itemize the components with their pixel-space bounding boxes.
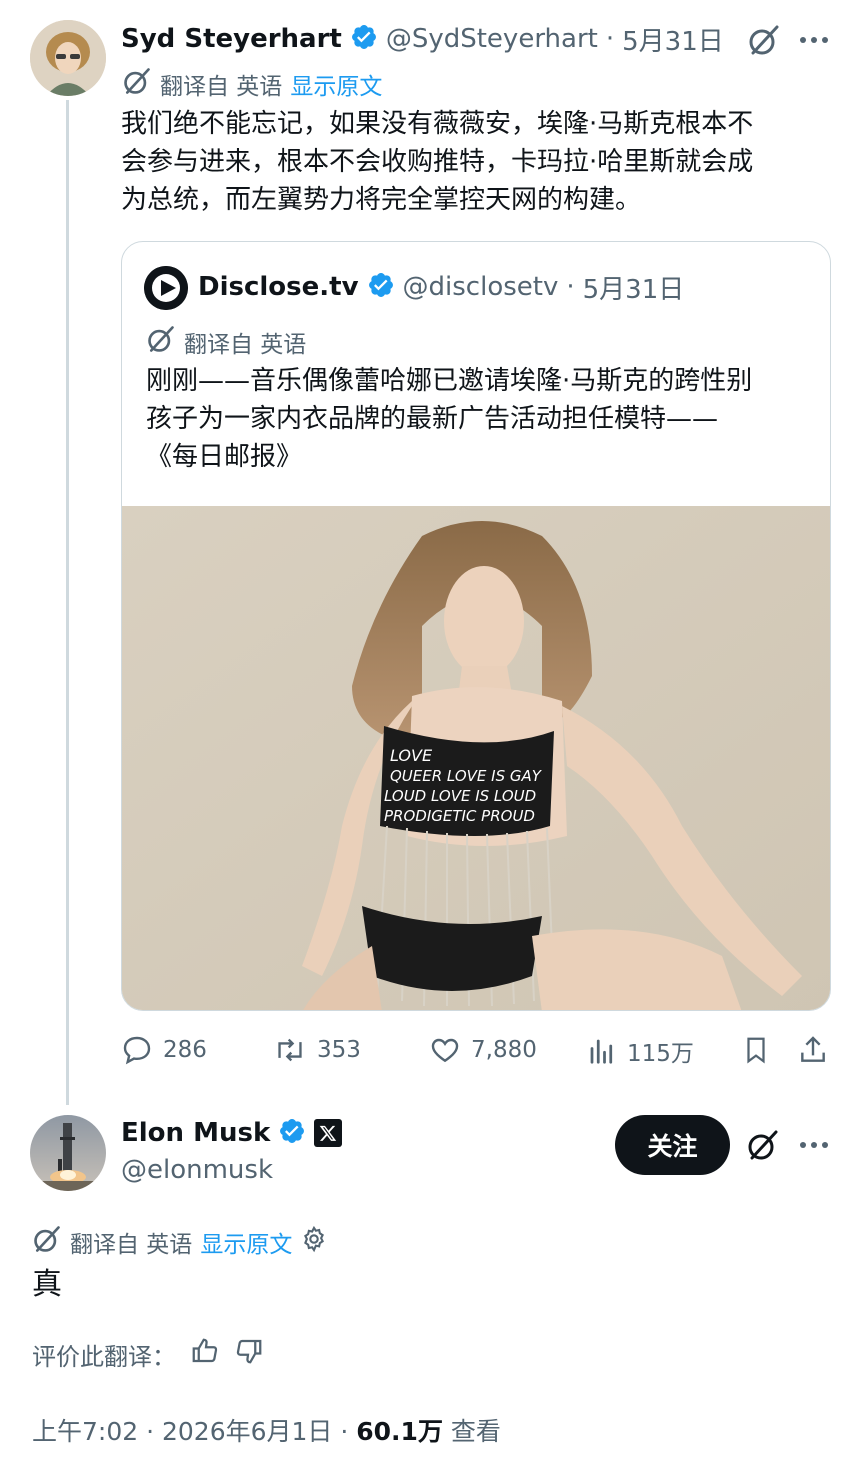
views-count: 115万 [627,1041,694,1067]
action-bar: 286 353 7,880 115万 [121,1034,833,1074]
quote-date: 5月31日 [582,274,685,305]
quote-text: 刚刚——音乐偶像蕾哈娜已邀请埃隆·马斯克的跨性别 孩子为一家内衣品牌的最新广告活… [146,362,816,476]
repost-button[interactable]: 353 [273,1034,361,1066]
post-views-label: 查看 [442,1417,501,1446]
post-footer: 上午7:02 · 2026年6月1日 · 60.1万 查看 [32,1410,501,1450]
rate-translation-row: 评价此翻译： [32,1336,264,1372]
quote-translation-notice: 翻译自 英语 [146,324,306,360]
separator-dot: · [566,272,575,302]
repost-count: 353 [317,1037,361,1063]
quote-text-line: 《每日邮报》 [146,442,303,472]
share-button[interactable] [797,1034,829,1066]
syd-avatar[interactable] [30,20,106,96]
post-timestamp[interactable]: 上午7:02 · 2026年6月1日 · [32,1412,356,1448]
elon-avatar[interactable] [30,1115,106,1191]
like-button[interactable]: 7,880 [429,1034,537,1066]
translate-label: 翻译自 英语 [70,1232,193,1258]
bookmark-button[interactable] [741,1034,771,1066]
author-name[interactable]: Elon Musk [121,1118,270,1148]
garment-text: LOVE [390,746,433,765]
show-original-link[interactable]: 显示原文 [200,1225,292,1259]
elon-handle-row: @elonmusk [121,1152,273,1188]
post-text: 我们绝不能忘记，如果没有薇薇安，埃隆·马斯克根本不 会参与进来，根本不会收购推特… [121,105,821,219]
more-icon[interactable] [796,1125,832,1165]
like-count: 7,880 [471,1037,537,1063]
separator-dot: · [605,24,615,54]
post-views-count: 60.1万 [356,1417,443,1446]
like-icon [431,1038,459,1063]
more-icon[interactable] [796,20,832,60]
reply-count: 286 [163,1037,207,1063]
thumbs-down-icon[interactable] [234,1336,264,1372]
reply-button[interactable]: 286 [121,1034,207,1066]
views-button[interactable]: 115万 [587,1034,694,1068]
thread-line [66,100,69,1105]
grok-icon [32,1224,62,1260]
main-post-text: 真 [32,1267,62,1302]
disclose-avatar [144,266,188,310]
share-icon [801,1036,825,1062]
post-text-line: 我们绝不能忘记，如果没有薇薇安，埃隆·马斯克根本不 [121,109,754,139]
x-logo-icon [314,1119,343,1147]
quote-media-image[interactable]: LOVE QUEER LOVE IS GAY LOUD LOVE IS LOUD… [122,506,830,1010]
quote-author-name[interactable]: Disclose.tv [198,272,359,302]
quote-card[interactable]: Disclose.tv @disclosetv · 5月31日 翻译自 英语 刚… [121,241,831,1011]
translate-label: 翻译自 英语 [160,74,283,100]
bookmark-icon [747,1037,765,1064]
author-name[interactable]: Syd Steyerhart [121,24,342,54]
main-translation-notice: 翻译自 英语 显示原文 [32,1224,328,1260]
elon-name-row: Elon Musk [121,1114,343,1152]
grok-icon [146,324,176,360]
garment-text: QUEER LOVE IS GAY [390,767,543,785]
verified-icon [350,23,378,55]
post-text-line: 会参与进来，根本不会收购推特，卡玛拉·哈里斯就会成 [121,147,754,177]
reply-icon [123,1036,151,1065]
garment-text: LOUD LOVE IS LOUD [384,787,536,805]
follow-button[interactable]: 关注 [615,1115,730,1175]
post-text-line: 为总统，而左翼势力将完全掌控天网的构建。 [121,185,642,215]
author-handle[interactable]: @SydSteyerhart [386,24,598,54]
grok-icon [122,66,152,102]
author-handle[interactable]: @elonmusk [121,1155,273,1185]
verified-icon [367,271,395,303]
quote-text-line: 刚刚——音乐偶像蕾哈娜已邀请埃隆·马斯克的跨性别 [146,366,753,396]
verified-icon [278,1117,306,1149]
post-date[interactable]: 5月31日 [622,21,724,58]
translation-notice: 翻译自 英语 显示原文 [122,66,382,102]
repost-icon [278,1038,302,1062]
views-icon [590,1039,613,1064]
quote-text-line: 孩子为一家内衣品牌的最新广告活动担任模特—— [146,404,719,434]
garment-text: PRODIGETIC PROUD [384,807,535,825]
grok-icon[interactable] [743,1125,783,1165]
syd-header: Syd Steyerhart @SydSteyerhart · 5月31日 [121,20,724,58]
gear-icon[interactable] [300,1225,328,1259]
quote-handle: @disclosetv [402,272,559,302]
quote-header: Disclose.tv @disclosetv · 5月31日 [198,268,684,306]
quote-translate-label: 翻译自 英语 [184,332,307,358]
thumbs-up-icon[interactable] [190,1336,220,1372]
show-original-link[interactable]: 显示原文 [290,67,382,101]
grok-icon[interactable] [744,20,784,60]
rate-label: 评价此翻译： [32,1342,176,1371]
